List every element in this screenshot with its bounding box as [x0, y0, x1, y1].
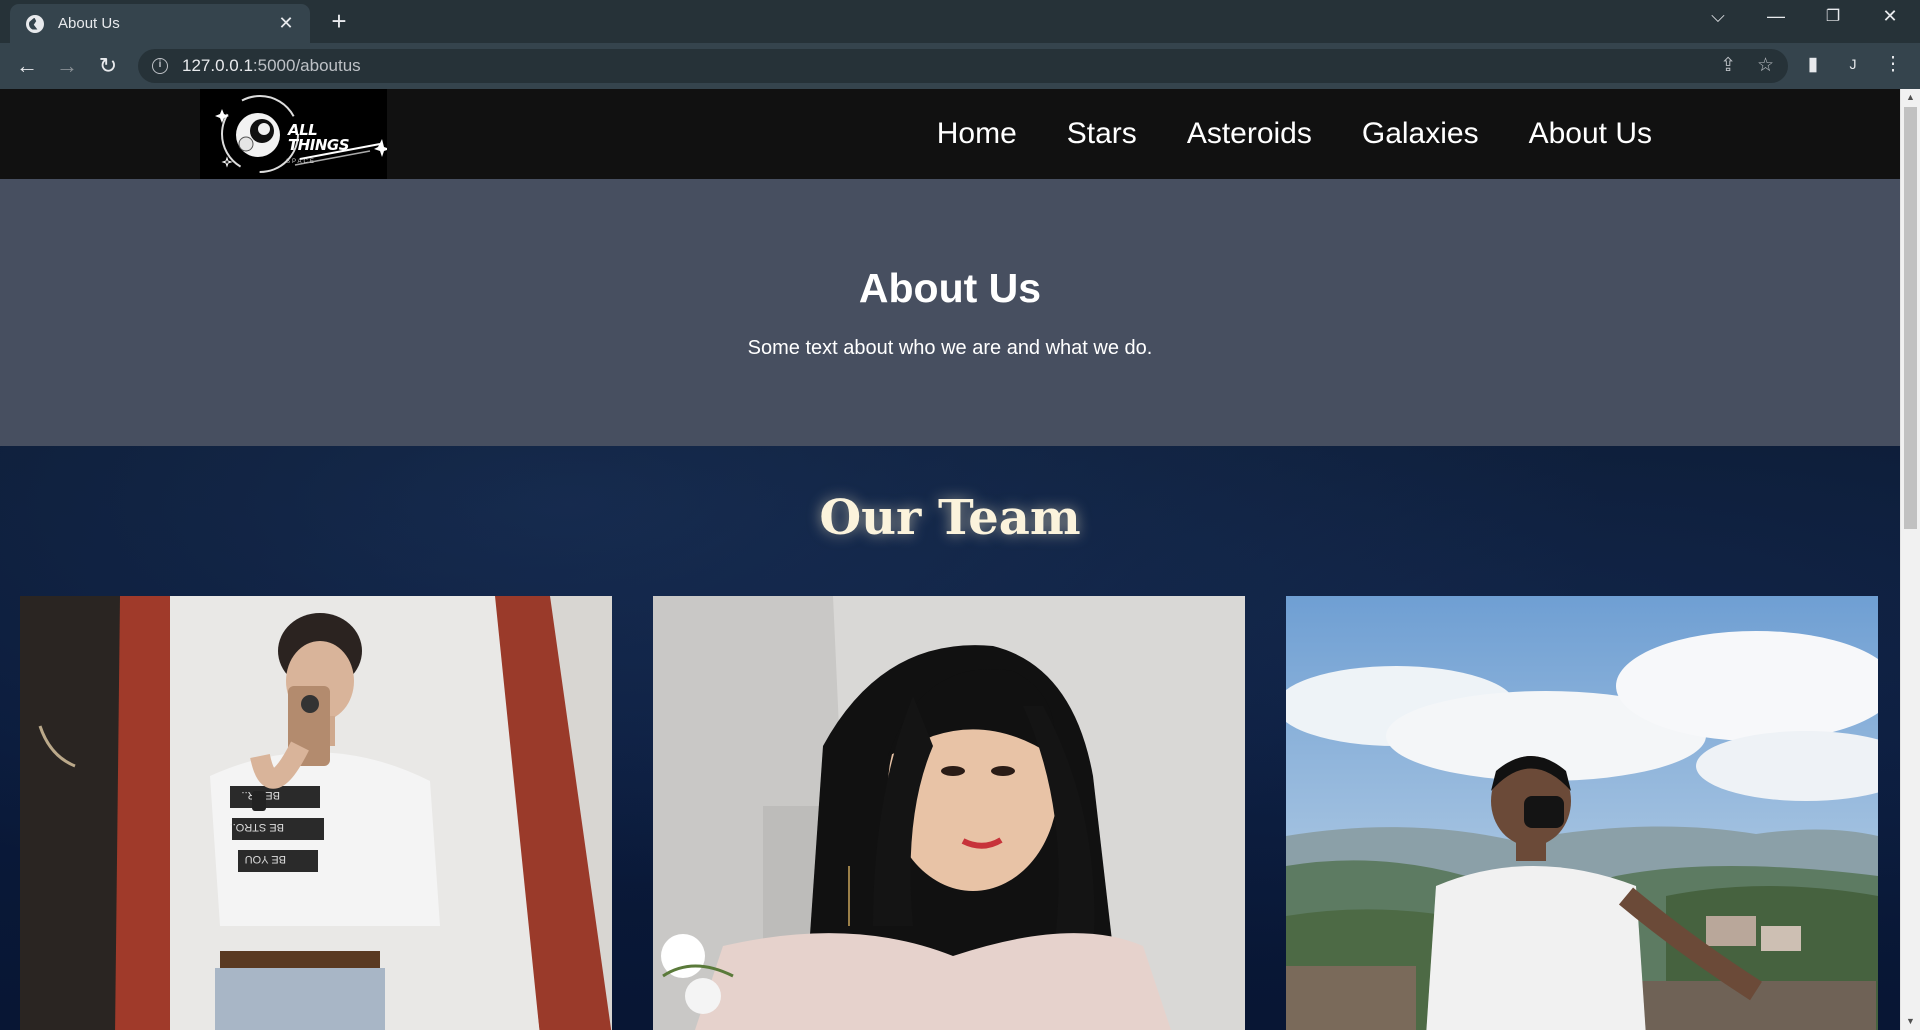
team-member-photo — [653, 596, 1245, 1030]
reload-icon[interactable]: ↻ — [94, 52, 122, 80]
address-bar[interactable]: i 127.0.0.1:5000/aboutus ⇪ ☆ — [138, 49, 1788, 83]
team-title: Our Team — [819, 490, 1081, 546]
about-text: Some text about who we are and what we d… — [747, 337, 1153, 359]
bookmark-star-icon[interactable]: ☆ — [1757, 54, 1774, 77]
team-member-photo — [1286, 596, 1878, 1030]
forward-icon[interactable]: → — [53, 52, 81, 80]
nav-about-us[interactable]: About Us — [1529, 117, 1652, 151]
logo-text: ALL THINGS — [288, 121, 350, 154]
restore-icon[interactable]: ❐ — [1810, 6, 1856, 26]
profile-avatar[interactable]: J — [1840, 56, 1866, 72]
about-title: About Us — [858, 265, 1042, 311]
page-viewport: ALL THINGS SPACE Home Stars Asteroids Gal… — [0, 89, 1920, 1030]
globe-icon — [26, 14, 44, 33]
page-scrollbar[interactable]: ▲ ▼ — [1900, 89, 1920, 1030]
share-icon[interactable]: ⇪ — [1720, 54, 1736, 77]
shirt-text-2: BE STRO.. — [230, 821, 284, 833]
browser-tabbar: About Us ✕ + ⌵ — ❐ ✕ — [0, 0, 1920, 43]
close-window-icon[interactable]: ✕ — [1867, 6, 1913, 27]
team-section: Our Team BE FR.. BE STRO.. BE YOU — [0, 446, 1900, 1030]
shirt-text-3: BE YOU — [245, 853, 286, 865]
site-header: ALL THINGS SPACE Home Stars Asteroids Gal… — [0, 89, 1900, 179]
scroll-up-icon[interactable]: ▲ — [1901, 89, 1920, 106]
main-nav: Home Stars Asteroids Galaxies About Us — [937, 89, 1652, 179]
minimize-icon[interactable]: — — [1753, 6, 1799, 27]
nav-stars[interactable]: Stars — [1067, 117, 1137, 151]
page: ALL THINGS SPACE Home Stars Asteroids Gal… — [0, 89, 1900, 1030]
back-icon[interactable]: ← — [13, 52, 41, 80]
menu-kebab-icon[interactable]: ⋮ — [1880, 53, 1906, 76]
tab-close-icon[interactable]: ✕ — [276, 13, 296, 34]
browser-toolbar: ← → ↻ i 127.0.0.1:5000/aboutus ⇪ ☆ ▮ J ⋮ — [0, 43, 1920, 89]
site-logo[interactable]: ALL THINGS SPACE — [200, 89, 387, 179]
team-member-photo: BE FR.. BE STRO.. BE YOU — [20, 596, 612, 1030]
nav-home[interactable]: Home — [937, 117, 1017, 151]
tab-search-icon[interactable]: ⌵ — [1695, 6, 1741, 27]
site-info-icon[interactable]: i — [152, 58, 168, 74]
scroll-down-icon[interactable]: ▼ — [1901, 1013, 1920, 1030]
about-section: About Us Some text about who we are and … — [0, 179, 1900, 446]
browser-tab[interactable]: About Us ✕ — [10, 4, 310, 43]
nav-galaxies[interactable]: Galaxies — [1362, 117, 1479, 151]
tab-title: About Us — [58, 15, 120, 32]
side-panel-icon[interactable]: ▮ — [1800, 53, 1826, 76]
new-tab-button[interactable]: + — [325, 8, 353, 34]
logo-subtext: SPACE — [286, 159, 316, 165]
url-text[interactable]: 127.0.0.1:5000/aboutus — [182, 56, 361, 76]
scrollbar-thumb[interactable] — [1904, 107, 1917, 529]
nav-asteroids[interactable]: Asteroids — [1187, 117, 1312, 151]
